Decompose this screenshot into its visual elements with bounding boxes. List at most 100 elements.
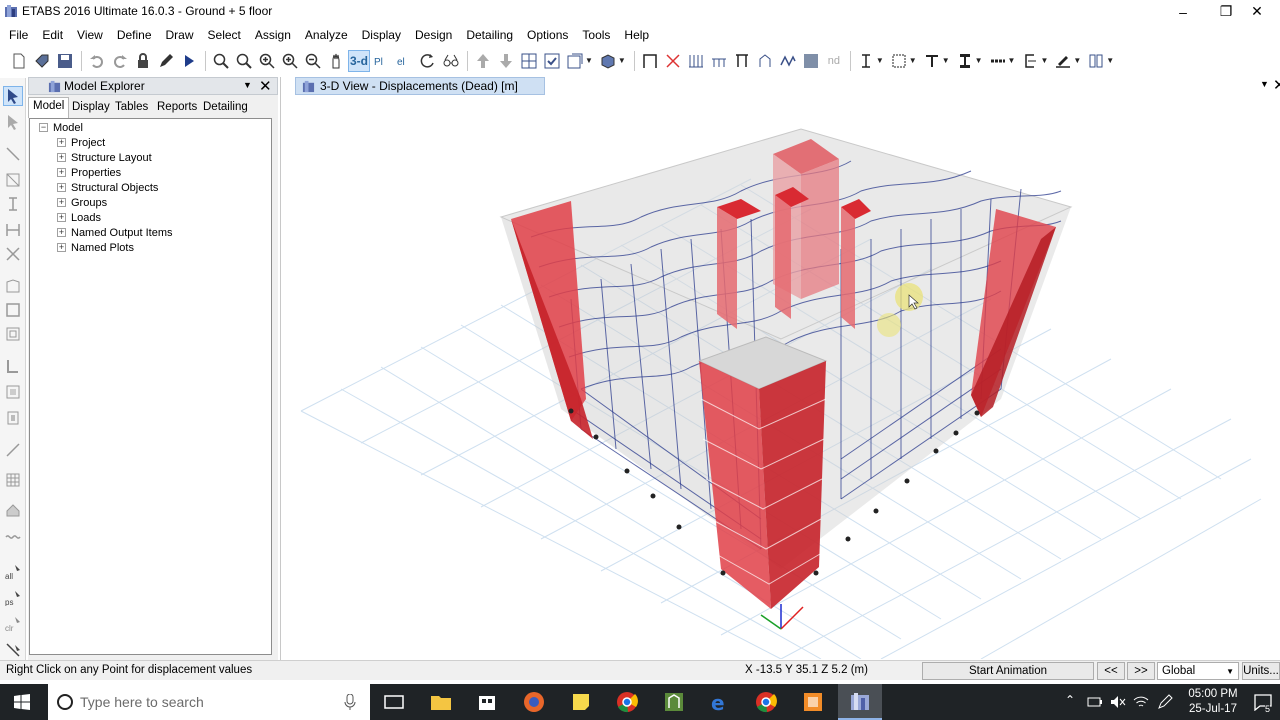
units-button[interactable]: Units... [1242,662,1280,680]
chevron-down-icon[interactable]: ▼ [975,56,983,65]
reshape-tool[interactable] [3,112,23,132]
clear-selection-tool[interactable]: clr [3,614,23,634]
tree-item-groups[interactable]: Groups [71,196,107,210]
menu-select[interactable]: Select [201,28,248,42]
menu-assign[interactable]: Assign [248,28,298,42]
menu-file[interactable]: File [2,28,35,42]
tree-root-model[interactable]: Model [53,121,83,135]
menu-draw[interactable]: Draw [159,28,201,42]
next-button[interactable]: >> [1127,662,1155,680]
design-concrete-button[interactable] [954,50,976,72]
tree-item-named-output-items[interactable]: Named Output Items [71,226,173,240]
detailing-button[interactable] [1019,50,1041,72]
move-up-button[interactable] [472,50,494,72]
draw-opening-tool[interactable] [3,324,23,344]
draw-frame-tool[interactable] [3,170,23,190]
show-hidden-icons[interactable]: ⌃ [1065,693,1075,707]
redo-button[interactable] [109,50,131,72]
draw-area-button[interactable] [800,50,822,72]
design-steel-button[interactable] [921,50,943,72]
wifi-icon[interactable] [1133,694,1149,710]
chevron-down-icon[interactable]: ▼ [1073,56,1081,65]
expand-icon[interactable]: + [57,168,66,177]
pointer-tool[interactable] [3,86,23,106]
previous-button[interactable]: << [1097,662,1125,680]
viewport-close-icon[interactable]: ✕ [1273,76,1280,94]
draw-floor-tool[interactable] [3,276,23,296]
menu-tools[interactable]: Tools [575,28,617,42]
tree-item-structural-objects[interactable]: Structural Objects [71,181,158,195]
select-grid-button[interactable] [518,50,540,72]
windows-start-icon[interactable] [14,694,30,710]
draw-wave-tool[interactable] [3,526,23,546]
draw-wall-tool[interactable] [3,300,23,320]
taskbar-search-box[interactable]: Type here to search [48,684,370,720]
firefox-icon[interactable] [522,690,546,714]
draw-joint-tool[interactable] [3,144,23,164]
design-wall-button[interactable] [987,50,1009,72]
chevron-down-icon[interactable]: ▼ [1008,56,1016,65]
tree-item-named-plots[interactable]: Named Plots [71,241,134,255]
file-explorer-icon[interactable] [429,690,453,714]
draw-section-tool[interactable] [3,408,23,428]
edge-icon[interactable]: e [708,690,732,714]
move-down-button[interactable] [495,50,517,72]
view-plan-button[interactable]: Pl [371,50,393,72]
display-options-button[interactable] [564,50,586,72]
new-model-button[interactable] [8,50,30,72]
design-beam-button[interactable] [855,50,877,72]
draw-tendon-button[interactable] [777,50,799,72]
menu-display[interactable]: Display [355,28,408,42]
draw-brace-tool[interactable] [3,244,23,264]
sticky-notes-icon[interactable] [569,690,593,714]
zoom-window-button[interactable] [210,50,232,72]
chevron-down-icon[interactable]: ▼ [876,56,884,65]
minimize-button[interactable]: – [1160,0,1206,23]
check-button[interactable] [541,50,563,72]
etabs-active-task[interactable] [838,684,882,720]
start-animation-button[interactable]: Start Animation [922,662,1094,680]
structure-3d-view[interactable] [281,99,1279,659]
select-all-tool[interactable]: all [3,562,23,582]
collapse-icon[interactable]: − [39,123,48,132]
battery-icon[interactable] [1087,695,1103,709]
expand-icon[interactable]: + [57,228,66,237]
pan-button[interactable] [325,50,347,72]
nd-button[interactable]: nd [823,50,845,72]
rotate-view-button[interactable] [417,50,439,72]
tree-item-properties[interactable]: Properties [71,166,121,180]
tree-item-loads[interactable]: Loads [71,211,101,225]
pen-workspace-icon[interactable] [1157,694,1173,710]
object-shape-button[interactable] [597,50,619,72]
model-viewport[interactable]: 3-D View - Displacements (Dead) [m] ▼ ✕ [280,77,1280,660]
chrome-icon[interactable] [615,690,639,714]
view-elevation-button[interactable]: el [394,50,416,72]
save-button[interactable] [54,50,76,72]
expand-icon[interactable]: + [57,243,66,252]
expand-icon[interactable]: + [57,138,66,147]
chevron-down-icon[interactable]: ▼ [585,56,593,65]
chrome-2-icon[interactable] [754,690,778,714]
system-clock[interactable]: 05:00 PM 25-Jul-17 [1180,687,1246,717]
menu-options[interactable]: Options [520,28,575,42]
perspective-button[interactable] [440,50,462,72]
tree-item-project[interactable]: Project [71,136,105,150]
zoom-restore-button[interactable] [233,50,255,72]
menu-detailing[interactable]: Detailing [459,28,520,42]
orange-app-icon[interactable] [801,690,825,714]
view-3d-button[interactable]: 3-d [348,49,370,72]
draw-wall-button[interactable] [685,50,707,72]
chevron-down-icon[interactable]: ▼ [909,56,917,65]
viewport-dropdown-icon[interactable]: ▼ [1260,79,1269,89]
more-options-button[interactable] [1085,50,1107,72]
menu-help[interactable]: Help [617,28,656,42]
intersecting-line-tool[interactable] [3,640,23,660]
draw-tendon-tool[interactable] [3,500,23,520]
menu-define[interactable]: Define [110,28,159,42]
draw-frame-button[interactable] [639,50,661,72]
menu-design[interactable]: Design [408,28,459,42]
draw-column-tool[interactable] [3,194,23,214]
tab-display[interactable]: Display [68,99,114,118]
run-analysis-button[interactable] [178,50,200,72]
panel-close-icon[interactable]: ✕ [259,77,272,95]
